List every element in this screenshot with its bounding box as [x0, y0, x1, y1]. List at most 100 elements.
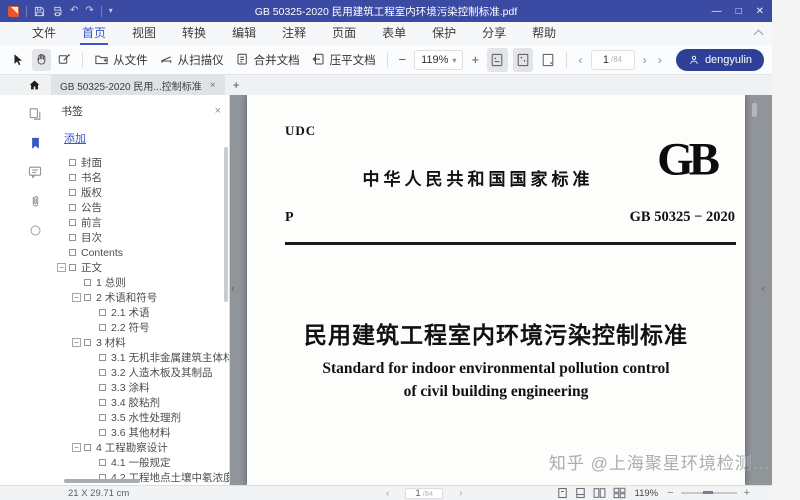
two-page-grid-view-icon[interactable]	[613, 487, 626, 499]
bookmark-item[interactable]: 3.2 人造木板及其制品	[54, 365, 229, 380]
statusbar-page-input[interactable]: 1 /84	[405, 488, 443, 499]
menu-item-7[interactable]: 页面	[330, 22, 358, 45]
bookmark-item[interactable]: −2 术语和符号	[54, 290, 229, 305]
document-tab[interactable]: GB 50325-2020 民用...控制标准 ×	[51, 75, 225, 95]
next-page-button[interactable]: ›	[640, 53, 650, 67]
thumbnails-icon[interactable]	[26, 105, 44, 123]
statusbar-previous-page-button[interactable]: ‹	[386, 488, 389, 499]
menu-item-5[interactable]: 编辑	[230, 22, 258, 45]
print-icon[interactable]	[52, 6, 63, 17]
zoom-out-button[interactable]: −	[395, 52, 409, 67]
view-single-page-button[interactable]	[487, 48, 507, 72]
single-page-view-icon[interactable]	[557, 487, 568, 499]
bookmark-item[interactable]: 1 总则	[54, 275, 229, 290]
collapse-left-panel-handle[interactable]	[231, 283, 235, 295]
pdf-page: UDC GB 中华人民共和国国家标准 P GB 50325 − 2020 民用建…	[247, 95, 745, 485]
bookmark-item[interactable]: 2.1 术语	[54, 305, 229, 320]
toolbar-divider	[566, 52, 567, 68]
statusbar-zoom-in-button[interactable]: +	[744, 487, 750, 499]
bookmarks-icon[interactable]	[26, 134, 44, 152]
menu-item-10[interactable]: 分享	[480, 22, 508, 45]
bookmarks-panel-close-icon[interactable]: ×	[215, 105, 221, 117]
minimize-button[interactable]: —	[712, 6, 722, 17]
two-page-view-icon[interactable]	[593, 487, 606, 499]
bookmark-item[interactable]: 封面	[54, 155, 229, 170]
save-icon[interactable]	[34, 6, 45, 17]
bookmark-item[interactable]: Contents	[54, 245, 229, 260]
collapse-node-icon[interactable]: −	[72, 293, 81, 302]
menu-item-3[interactable]: 视图	[130, 22, 158, 45]
statusbar-zoom-out-button[interactable]: −	[667, 487, 673, 499]
menu-item-1[interactable]: 文件	[30, 22, 58, 45]
merge-docs-button[interactable]: 合并文档	[232, 50, 303, 70]
bookmark-item[interactable]: 3.4 胶粘剂	[54, 395, 229, 410]
add-bookmark-link[interactable]: 添加	[64, 130, 86, 146]
bookmark-label: 1 总则	[96, 275, 126, 290]
collapse-node-icon[interactable]: −	[57, 263, 66, 272]
statusbar-next-page-button[interactable]: ›	[459, 488, 462, 499]
bookmark-label: 目次	[81, 230, 102, 245]
menu-item-6[interactable]: 注释	[280, 22, 308, 45]
foxit-pdf-reader-window: GB 50325-2020 民用建筑工程室内环境污染控制标准.pdf — □ ✕…	[0, 0, 772, 500]
close-button[interactable]: ✕	[756, 6, 764, 17]
document-viewport[interactable]: UDC GB 中华人民共和国国家标准 P GB 50325 − 2020 民用建…	[230, 95, 772, 485]
bookmark-item[interactable]: 2.2 符号	[54, 320, 229, 335]
comments-icon[interactable]	[26, 163, 44, 181]
bookmark-item[interactable]: −正文	[54, 260, 229, 275]
bookmark-item[interactable]: 3.3 涂料	[54, 380, 229, 395]
bookmark-item[interactable]: 前言	[54, 215, 229, 230]
bookmarks-vertical-scrollbar[interactable]	[224, 147, 228, 302]
fit-page-view-icon[interactable]	[575, 487, 586, 499]
view-fit-page-button[interactable]	[513, 48, 533, 72]
more-tools-button[interactable]: ›	[655, 53, 665, 67]
bookmark-item[interactable]: −3 材料	[54, 335, 229, 350]
bookmark-item[interactable]: 4.1 一般规定	[54, 455, 229, 470]
toolbar-divider	[82, 52, 83, 68]
menu-item-4[interactable]: 转换	[180, 22, 208, 45]
collapse-node-icon[interactable]: −	[72, 338, 81, 347]
bookmark-item[interactable]: 3.5 水性处理剂	[54, 410, 229, 425]
zoom-slider-thumb[interactable]	[703, 491, 713, 494]
from-scanner-button[interactable]: 从扫描仪	[156, 50, 227, 70]
from-file-label: 从文件	[113, 52, 148, 68]
view-rotate-button[interactable]	[538, 48, 558, 72]
from-scanner-label: 从扫描仪	[178, 52, 224, 68]
tab-close-icon[interactable]: ×	[210, 80, 216, 91]
menu-item-8[interactable]: 表单	[380, 22, 408, 45]
bookmark-item[interactable]: 书名	[54, 170, 229, 185]
collapse-right-panel-handle[interactable]	[761, 283, 765, 295]
zoom-slider[interactable]	[681, 492, 737, 494]
zoom-in-button[interactable]: +	[468, 52, 482, 67]
bookmarks-horizontal-scrollbar[interactable]	[64, 479, 140, 483]
previous-page-button[interactable]: ‹	[575, 53, 585, 67]
zoom-level-select[interactable]: 119%	[414, 50, 463, 70]
classification-code: P	[285, 210, 294, 226]
bookmark-item[interactable]: 公告	[54, 200, 229, 215]
quick-access-caret-icon[interactable]	[109, 6, 113, 16]
bookmark-item[interactable]: 3.6 其他材料	[54, 425, 229, 440]
menu-item-9[interactable]: 保护	[430, 22, 458, 45]
hand-tool-button[interactable]	[32, 49, 51, 71]
bookmark-item[interactable]: 目次	[54, 230, 229, 245]
bookmark-item[interactable]: −4 工程勘察设计	[54, 440, 229, 455]
edit-tool-button[interactable]	[56, 49, 75, 71]
bookmark-item[interactable]: 版权	[54, 185, 229, 200]
select-tool-button[interactable]	[8, 49, 27, 71]
flatten-doc-button[interactable]: 压平文档	[308, 50, 379, 70]
collapse-toolbar-icon[interactable]	[754, 30, 764, 40]
new-tab-button[interactable]: +	[225, 75, 248, 95]
user-account-button[interactable]: dengyulin	[676, 49, 764, 71]
bookmark-item[interactable]: 3.1 无机非金属建筑主体材	[54, 350, 229, 365]
signature-icon[interactable]	[26, 221, 44, 239]
menu-item-2[interactable]: 首页	[80, 22, 108, 45]
undo-icon[interactable]	[70, 6, 78, 16]
collapse-node-icon[interactable]: −	[72, 443, 81, 452]
from-file-button[interactable]: 从文件	[91, 50, 151, 70]
home-tab-button[interactable]	[28, 75, 41, 95]
redo-icon[interactable]	[85, 6, 93, 16]
maximize-button[interactable]: □	[736, 6, 742, 17]
attachments-icon[interactable]	[26, 192, 44, 210]
page-number-input[interactable]: 1 /84	[591, 50, 635, 70]
document-vertical-scrollbar[interactable]	[752, 103, 757, 117]
menu-item-11[interactable]: 帮助	[530, 22, 558, 45]
